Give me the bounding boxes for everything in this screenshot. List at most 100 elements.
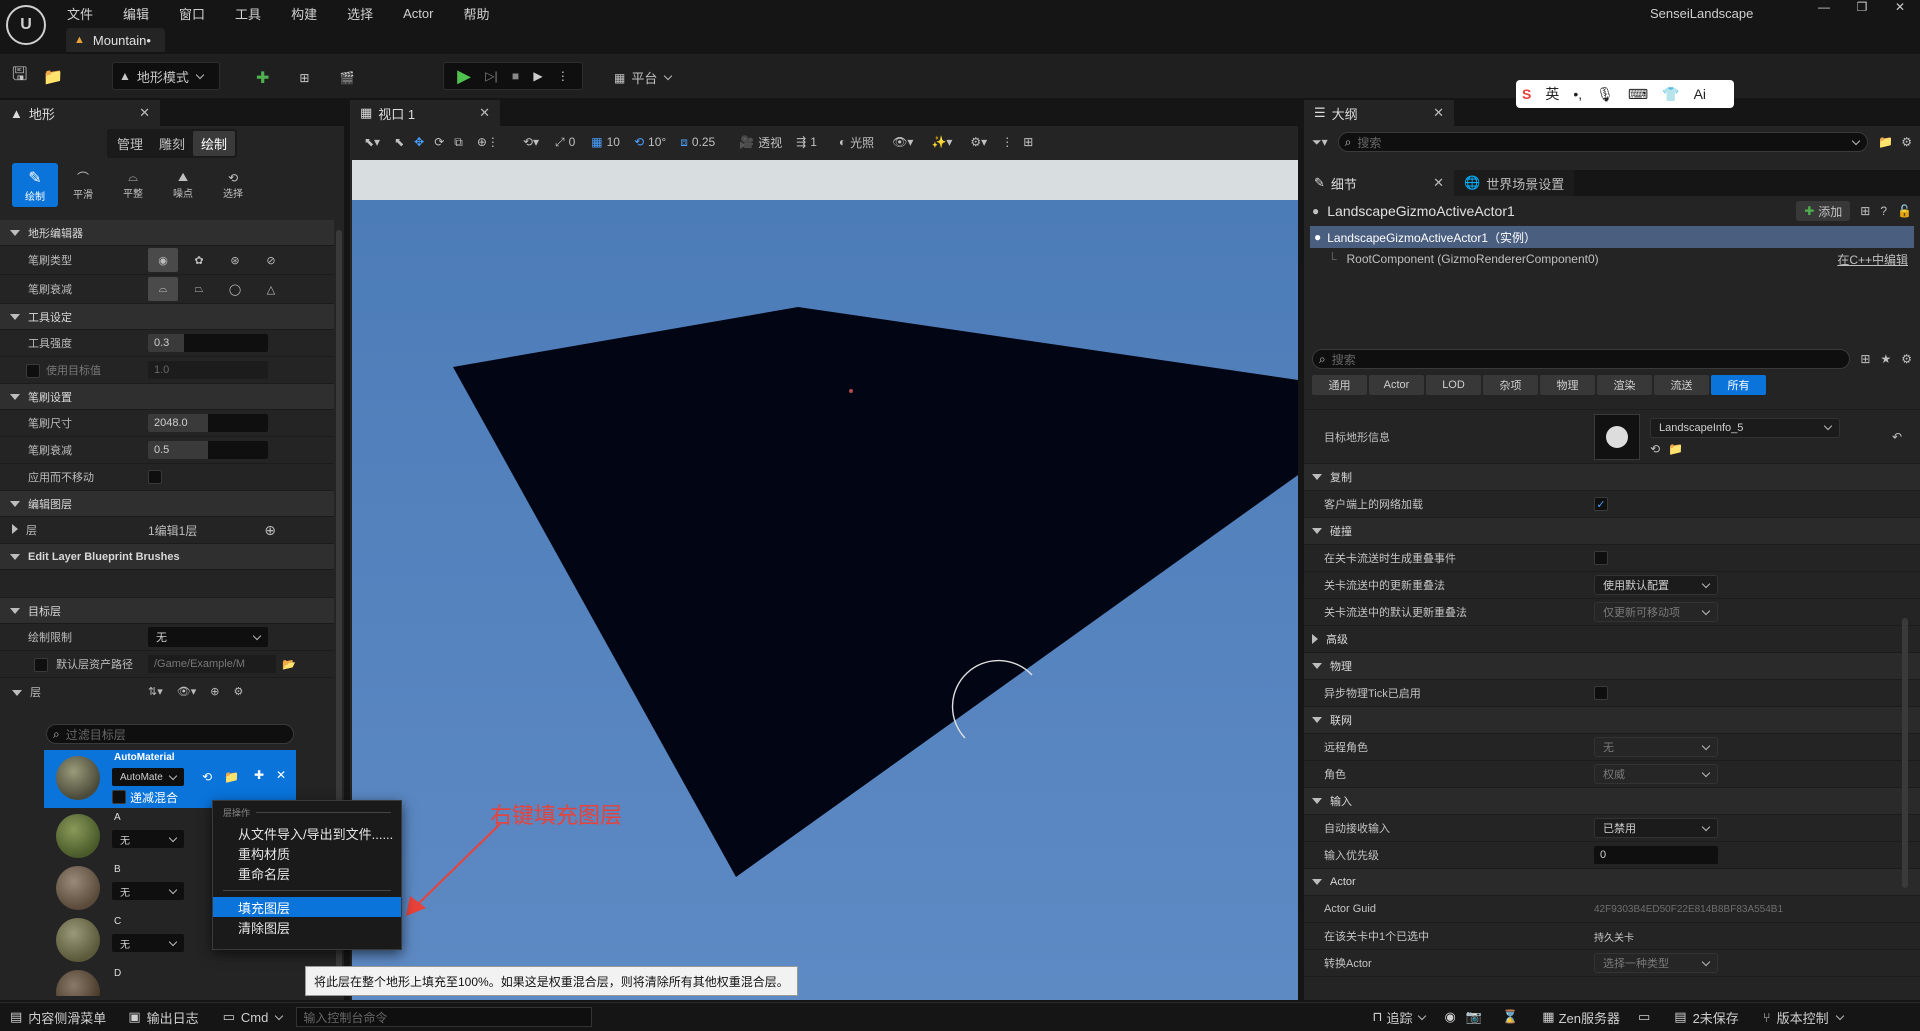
trace-button[interactable]: ⊓ 追踪 (1372, 1008, 1426, 1027)
component-instance-row[interactable]: ● LandscapeGizmoActiveActor1（实例） (1310, 226, 1914, 248)
viewport-more-icon[interactable]: ⋮ (1001, 135, 1013, 149)
details-section-header[interactable]: 碰撞 (1304, 518, 1920, 545)
menu-window[interactable]: 窗口 (179, 4, 205, 23)
menu-import-export[interactable]: 从文件导入/导出到文件...... (213, 823, 401, 843)
content-drawer-button[interactable]: ▤ 内容侧滑菜单 (10, 1008, 106, 1027)
falloff-linear-icon[interactable]: ⏢ (184, 277, 214, 301)
property-checkbox[interactable] (1594, 551, 1608, 565)
translate-icon[interactable]: ✥ (414, 135, 424, 149)
blueprint-icon[interactable]: ⊞ (299, 71, 309, 85)
stop-icon[interactable]: ■ (512, 69, 519, 83)
layer-item-c[interactable]: C 无 (44, 914, 224, 966)
edit-in-cpp-link[interactable]: 在C++中编辑 (1837, 251, 1908, 268)
cmd-dropdown[interactable]: ▭ Cmd (223, 1009, 284, 1025)
tool-smooth[interactable]: ⌒ 平滑 (58, 169, 108, 201)
derived-data-icon[interactable]: ▭ (1638, 1009, 1650, 1025)
layout-icon[interactable]: ⊞ (1023, 135, 1033, 149)
use-asset-icon[interactable]: ⟲ (1650, 442, 1660, 456)
layer-info-dropdown[interactable]: 无 (112, 830, 184, 848)
microphone-icon[interactable]: 🎙 (1596, 86, 1614, 103)
outliner-search-input[interactable]: ⌕ 搜索 (1337, 132, 1869, 152)
world-settings-tab[interactable]: 🌐 世界场景设置 (1454, 170, 1575, 196)
ime-language[interactable]: 英 (1545, 84, 1559, 104)
surface-snap-icon[interactable]: ⟲▾ (523, 135, 539, 149)
layer-info-dropdown[interactable]: 无 (112, 934, 184, 952)
keyboard-icon[interactable]: ⌨ (1628, 86, 1648, 103)
close-icon[interactable]: ✕ (1433, 105, 1444, 121)
brush-pattern-icon[interactable]: ⊛ (220, 248, 250, 272)
punctuation-icon[interactable]: •, (1573, 86, 1582, 102)
layer-item-d[interactable]: D (44, 966, 224, 996)
menu-fill-layer[interactable]: 填充图层 (213, 897, 401, 917)
property-checkbox[interactable]: ✓ (1594, 497, 1608, 511)
tool-select[interactable]: ⟲ 选择 (208, 171, 258, 200)
layers-row-label[interactable]: 层 (0, 522, 136, 538)
details-section-collapsed[interactable]: 高级 (1304, 626, 1920, 653)
rotation-snap-icon[interactable]: ⟲ (634, 135, 644, 149)
create-layer-icon[interactable]: ✚ (254, 768, 264, 782)
play-icon[interactable]: ▶ (457, 66, 471, 87)
landscape-tab[interactable]: ▲ 地形 ✕ (0, 100, 160, 126)
layer-tools-icon[interactable]: ⚙ (233, 685, 243, 698)
brush-circle-icon[interactable]: ◉ (148, 248, 178, 272)
settings-icon[interactable]: ⚙▾ (970, 135, 987, 149)
paint-limit-dropdown[interactable]: 无 (148, 627, 268, 647)
add-actor-icon[interactable]: ✚ (256, 68, 269, 88)
skin-icon[interactable]: 👕 (1662, 86, 1679, 103)
save-icon[interactable]: 🖫 (12, 62, 27, 92)
lock-icon[interactable]: 🔓 (1897, 204, 1912, 218)
root-component-row[interactable]: └ RootComponent (GizmoRendererComponent0… (1304, 248, 1920, 270)
layer-info-dropdown[interactable]: AutoMate (112, 768, 184, 786)
lit-mode-label[interactable]: 光照 (850, 134, 874, 151)
tool-paint[interactable]: ✎ 绘制 (12, 163, 58, 207)
property-dropdown[interactable]: 无 (1594, 737, 1718, 757)
sort-icon[interactable]: ⇅▾ (148, 685, 163, 698)
record-icon[interactable]: ◉ (1445, 1009, 1456, 1025)
tool-noise[interactable]: ⛰ 噪点 (158, 170, 208, 200)
layer-item-a[interactable]: A 无 (44, 810, 224, 862)
platform-dropdown[interactable]: ▦ 平台 (614, 68, 673, 87)
mode-tab-paint[interactable]: 绘制 (193, 130, 236, 156)
blend-checkbox[interactable] (112, 790, 126, 804)
blueprint-icon[interactable]: ⊞ (1860, 204, 1870, 218)
close-icon[interactable]: ✕ (479, 105, 490, 121)
menu-help[interactable]: 帮助 (463, 4, 489, 23)
brush-alpha-icon[interactable]: ✿ (184, 248, 214, 272)
menu-actor[interactable]: Actor (403, 6, 433, 21)
eject-icon[interactable]: ▶ (533, 69, 542, 83)
outliner-tab[interactable]: ☰ 大纲 ✕ (1304, 100, 1454, 126)
menu-build[interactable]: 构建 (291, 4, 317, 23)
unsaved-button[interactable]: ▤ 2未保存 (1674, 1008, 1739, 1027)
browse-icon[interactable]: 📁 (43, 67, 63, 87)
doc-tab[interactable]: ▲ Mountain• (66, 28, 165, 52)
view-mode-label[interactable]: 透视 (758, 134, 782, 151)
property-dropdown[interactable]: 使用默认配置 (1594, 575, 1718, 595)
filter-streaming[interactable]: 流送 (1654, 375, 1709, 395)
use-target-field[interactable]: 1.0 (148, 361, 268, 379)
delete-layer-icon[interactable]: ✕ (276, 768, 286, 782)
mode-dropdown[interactable]: ▲ 地形模式 (112, 62, 220, 90)
property-dropdown[interactable]: 选择一种类型 (1594, 953, 1718, 973)
mode-tab-manage[interactable]: 管理 (109, 131, 151, 156)
details-tab[interactable]: ✎ 细节 ✕ (1304, 170, 1454, 196)
menu-rebuild-material[interactable]: 重构材质 (213, 843, 401, 863)
falloff-tip-icon[interactable]: △ (256, 277, 286, 301)
brush-falloff-slider[interactable]: 0.5 (148, 441, 268, 459)
browse-asset-icon[interactable]: 📁 (1668, 442, 1683, 456)
minimize-icon[interactable]: — (1805, 0, 1843, 14)
close-icon[interactable]: ✕ (1433, 175, 1444, 191)
favorite-icon[interactable]: ★ (1880, 352, 1891, 366)
use-target-checkbox[interactable] (26, 364, 40, 379)
details-section-header[interactable]: 复制 (1304, 464, 1920, 491)
section-landscape-editor[interactable]: 地形编辑器 (0, 220, 334, 246)
menu-edit[interactable]: 编辑 (123, 4, 149, 23)
menu-select[interactable]: 选择 (347, 4, 373, 23)
section-edit-layers[interactable]: 编辑图层 (0, 491, 334, 517)
add-circle-icon[interactable]: ⊕ (264, 522, 276, 539)
details-section-header[interactable]: 联网 (1304, 707, 1920, 734)
details-section-header[interactable]: Actor (1304, 869, 1920, 896)
visibility-icon[interactable]: 👁▾ (177, 685, 197, 698)
property-dropdown[interactable]: 仅更新可移动项 (1594, 602, 1718, 622)
menu-clear-layer[interactable]: 清除图层 (213, 917, 401, 937)
screenshot-icon[interactable]: 📷 (1466, 1009, 1482, 1025)
